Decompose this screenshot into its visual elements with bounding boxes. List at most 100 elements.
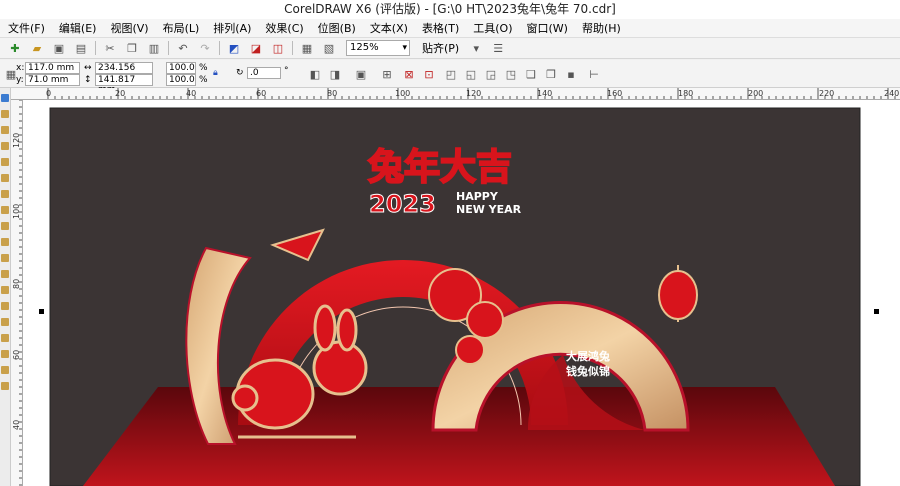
- connector-tool-icon[interactable]: [1, 302, 9, 310]
- toolbar-divider: [219, 41, 220, 55]
- copy-icon[interactable]: ❐: [124, 40, 140, 56]
- undo-icon[interactable]: ↶: [175, 40, 191, 56]
- zoom-tool-icon[interactable]: [1, 142, 9, 150]
- rectangle-tool-icon[interactable]: [1, 190, 9, 198]
- shape-tool-icon[interactable]: [1, 110, 9, 118]
- smart-fill-tool-icon[interactable]: [1, 174, 9, 182]
- ruler-h-label: 220: [819, 89, 834, 98]
- group-icon[interactable]: ▣: [353, 66, 369, 82]
- options-icon[interactable]: ☰: [490, 40, 506, 56]
- scale-x-field[interactable]: 100.0: [166, 62, 196, 74]
- text-tool-icon[interactable]: [1, 254, 9, 262]
- ruler-h-label: 20: [115, 89, 125, 98]
- menu-tools[interactable]: 工具(O): [473, 20, 512, 36]
- ruler-h-label: 200: [748, 89, 763, 98]
- simplify-icon[interactable]: ◳: [503, 66, 519, 82]
- open-icon[interactable]: ▰: [29, 40, 45, 56]
- x-label: x:: [16, 63, 25, 73]
- ungroup-icon[interactable]: ⊞: [379, 66, 395, 82]
- menu-window[interactable]: 窗口(W): [527, 20, 568, 36]
- eyedropper-tool-icon[interactable]: [1, 350, 9, 358]
- mirror-vertical-icon[interactable]: ◨: [327, 66, 343, 82]
- app-launcher-icon[interactable]: ▦: [299, 40, 315, 56]
- save-icon[interactable]: ▣: [51, 40, 67, 56]
- ruler-h-label: 140: [537, 89, 552, 98]
- rotation-field[interactable]: .0: [247, 67, 281, 79]
- menu-bar: 文件(F) 编辑(E) 视图(V) 布局(L) 排列(A) 效果(C) 位图(B…: [0, 19, 900, 38]
- combine-icon[interactable]: ⊡: [421, 66, 437, 82]
- scale-x-unit: %: [199, 63, 208, 73]
- fill-tool-icon[interactable]: [1, 382, 9, 390]
- menu-bitmaps[interactable]: 位图(B): [318, 20, 356, 36]
- ungroup-all-icon[interactable]: ⊠: [401, 66, 417, 82]
- welcome-screen-icon[interactable]: ▧: [321, 40, 337, 56]
- ruler-h-label: 60: [256, 89, 266, 98]
- mirror-horizontal-icon[interactable]: ◧: [307, 66, 323, 82]
- menu-effects[interactable]: 效果(C): [265, 20, 303, 36]
- scale-y-unit: %: [199, 75, 208, 85]
- trim-icon[interactable]: ◱: [463, 66, 479, 82]
- print-icon[interactable]: ▤: [73, 40, 89, 56]
- front-minus-back-icon[interactable]: ❑: [523, 66, 539, 82]
- publish-pdf-icon[interactable]: ◫: [270, 40, 286, 56]
- toolbar-divider: [168, 41, 169, 55]
- width-field[interactable]: 234.156 mm: [95, 62, 153, 83]
- cut-icon[interactable]: ✂: [102, 40, 118, 56]
- freehand-tool-icon[interactable]: [1, 158, 9, 166]
- paste-icon[interactable]: ▥: [146, 40, 162, 56]
- dimension-tool-icon[interactable]: [1, 286, 9, 294]
- ruler-h-label: 40: [186, 89, 196, 98]
- snap-to-menu[interactable]: 贴齐(P): [422, 40, 459, 56]
- ruler-h-label: 100: [395, 89, 410, 98]
- drawing-canvas[interactable]: 兔年大吉 2023 HAPPY NEW YEAR 大展鸿兔 钱兔似锦: [23, 100, 900, 486]
- menu-layout[interactable]: 布局(L): [163, 20, 200, 36]
- lock-ratio-icon[interactable]: 🔒︎: [213, 68, 218, 78]
- ruler-h-label: 240: [884, 89, 899, 98]
- table-tool-icon[interactable]: [1, 270, 9, 278]
- zoom-level-select[interactable]: 125%: [346, 40, 410, 56]
- slogan-line-1: 大展鸿兔: [566, 349, 610, 363]
- blend-tool-icon[interactable]: [1, 318, 9, 326]
- menu-edit[interactable]: 编辑(E): [59, 20, 97, 36]
- scale-y-field[interactable]: 100.0: [166, 74, 196, 86]
- y-label: y:: [16, 75, 24, 85]
- crop-tool-icon[interactable]: [1, 126, 9, 134]
- export-icon[interactable]: ◪: [248, 40, 264, 56]
- boundary-icon[interactable]: ▪: [563, 66, 579, 82]
- outline-tool-icon[interactable]: [1, 366, 9, 374]
- menu-table[interactable]: 表格(T): [422, 20, 459, 36]
- pick-tool-icon[interactable]: [1, 94, 9, 102]
- menu-text[interactable]: 文本(X): [370, 20, 408, 36]
- snap-dropdown-icon[interactable]: ▾: [468, 40, 484, 56]
- menu-file[interactable]: 文件(F): [8, 20, 45, 36]
- align-distribute-icon[interactable]: ⊢: [586, 66, 602, 82]
- height-icon: ↕: [84, 75, 92, 85]
- menu-view[interactable]: 视图(V): [110, 20, 148, 36]
- polygon-tool-icon[interactable]: [1, 222, 9, 230]
- back-minus-front-icon[interactable]: ❒: [543, 66, 559, 82]
- ellipse-tool-icon[interactable]: [1, 206, 9, 214]
- window-title: CorelDRAW X6 (评估版) - [G:\0 HT\2023兔年\兔年 …: [0, 0, 900, 19]
- horizontal-ruler[interactable]: 0 20 40 60 80 100 120 140 160 180 200 22…: [11, 88, 900, 100]
- weld-icon[interactable]: ◰: [443, 66, 459, 82]
- vertical-ruler[interactable]: 120 100 80 60 40: [11, 100, 23, 486]
- ruler-v-label: 100: [12, 204, 21, 219]
- menu-help[interactable]: 帮助(H): [582, 20, 621, 36]
- toolbar-divider: [95, 41, 96, 55]
- y-position-field[interactable]: 71.0 mm: [25, 74, 80, 86]
- import-icon[interactable]: ◩: [226, 40, 242, 56]
- menu-arrange[interactable]: 排列(A): [213, 20, 251, 36]
- basic-shapes-tool-icon[interactable]: [1, 238, 9, 246]
- height-field[interactable]: 141.817 mm: [95, 74, 153, 95]
- x-position-field[interactable]: 117.0 mm: [25, 62, 80, 74]
- ruler-h-label: 0: [46, 89, 51, 98]
- redo-icon[interactable]: ↷: [197, 40, 213, 56]
- ruler-h-label: 160: [607, 89, 622, 98]
- transparency-tool-icon[interactable]: [1, 334, 9, 342]
- toolbox: [0, 88, 11, 486]
- ruler-v-label: 80: [12, 279, 21, 289]
- new-icon[interactable]: ✚: [7, 40, 23, 56]
- ruler-v-label: 60: [12, 350, 21, 360]
- ruler-v-label: 120: [12, 133, 21, 148]
- intersect-icon[interactable]: ◲: [483, 66, 499, 82]
